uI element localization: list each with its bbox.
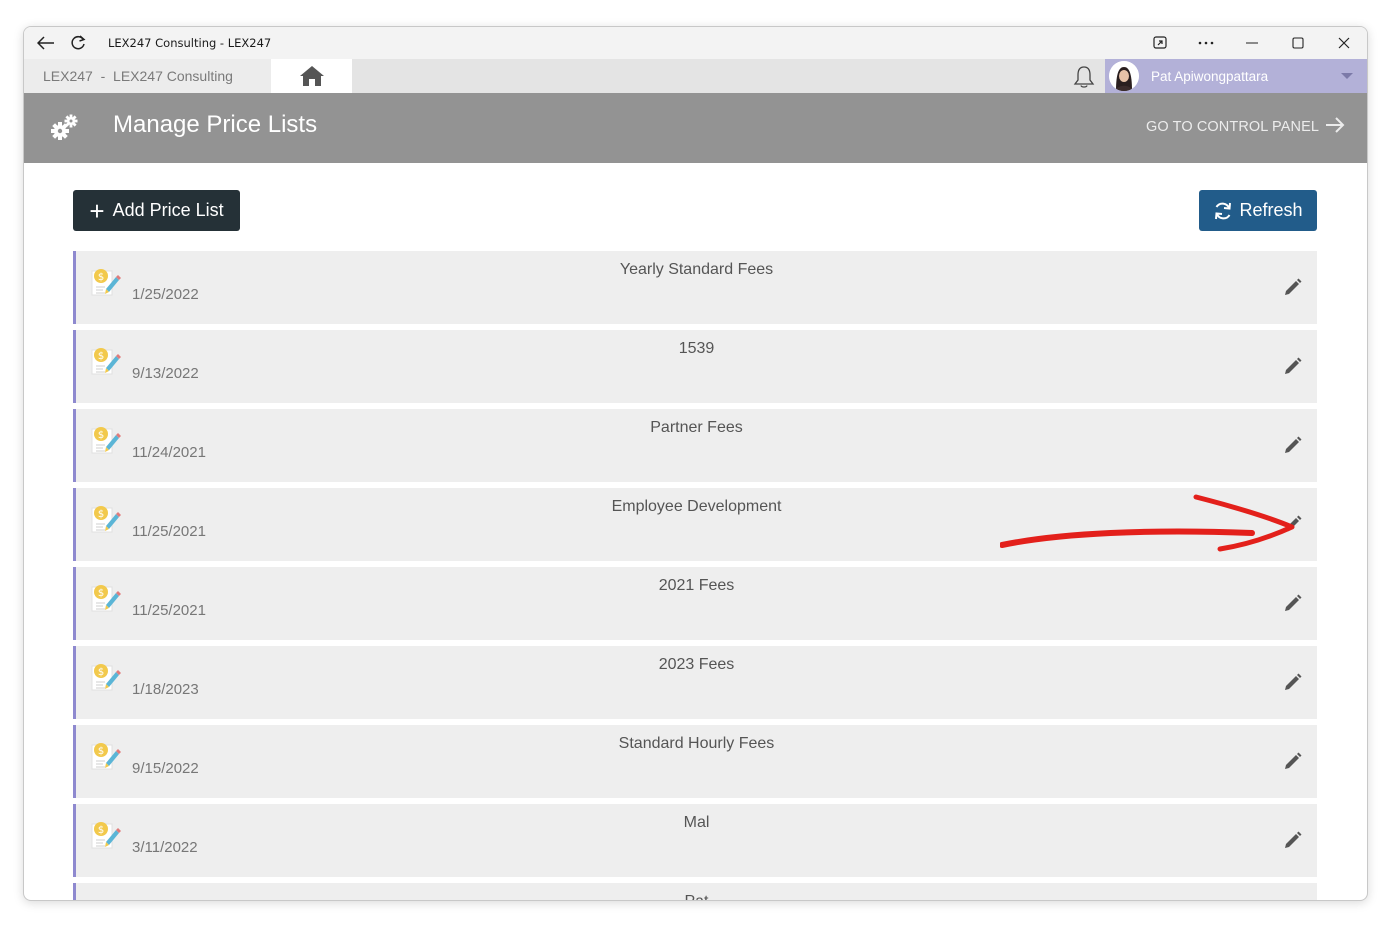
price-list-date: 9/13/2022	[132, 365, 199, 382]
price-list-date: 11/25/2021	[132, 602, 206, 619]
arrow-right-icon	[1325, 117, 1345, 137]
pencil-icon[interactable]	[1281, 275, 1305, 299]
pencil-icon[interactable]	[1281, 354, 1305, 378]
price-list-row[interactable]: $ Mal 3/11/2022	[73, 804, 1317, 877]
add-price-list-label: Add Price List	[112, 200, 224, 220]
close-icon[interactable]	[1321, 27, 1367, 59]
main-content: + Add Price List Refresh $ Yearly Standa…	[24, 163, 1367, 900]
user-name: Pat Apiwongpattara	[1151, 68, 1269, 84]
price-list-name: 2021 Fees	[658, 577, 735, 594]
price-list-name: 1539	[678, 340, 715, 357]
browser-window: LEX247 Consulting - LEX247 LEX247 - LEX2…	[23, 26, 1368, 901]
chevron-down-icon[interactable]	[1341, 73, 1353, 79]
avatar	[1109, 61, 1139, 91]
gears-icon	[50, 112, 80, 142]
price-list-date: 11/25/2021	[132, 523, 206, 540]
refresh-label: Refresh	[1239, 200, 1303, 220]
user-menu[interactable]: Pat Apiwongpattara	[1105, 59, 1367, 93]
window-title: LEX247 Consulting - LEX247	[108, 36, 272, 50]
pencil-icon[interactable]	[1281, 749, 1305, 773]
price-list-name: Yearly Standard Fees	[619, 261, 774, 278]
home-icon[interactable]	[271, 59, 352, 93]
pencil-icon[interactable]	[1281, 591, 1305, 615]
pencil-icon[interactable]	[1281, 433, 1305, 457]
minimize-icon[interactable]	[1229, 27, 1275, 59]
price-list-name: Partner Fees	[650, 419, 743, 436]
cast-icon[interactable]	[1137, 27, 1183, 59]
price-list-row[interactable]: $ Pat	[73, 883, 1317, 900]
more-options-icon[interactable]	[1183, 27, 1229, 59]
price-list-name: Mal	[683, 814, 710, 831]
price-list-date: 9/15/2022	[132, 760, 199, 777]
pencil-icon[interactable]	[1281, 828, 1305, 852]
back-arrow-icon[interactable]	[30, 27, 62, 59]
price-list: $ Yearly Standard Fees 1/25/2022 $ 1539 …	[73, 251, 1317, 900]
refresh-button[interactable]: Refresh	[1199, 190, 1317, 231]
price-list-name: 2023 Fees	[658, 656, 735, 673]
pencil-icon[interactable]	[1281, 670, 1305, 694]
add-price-list-button[interactable]: + Add Price List	[73, 190, 240, 231]
price-list-row[interactable]: $ 1539 9/13/2022	[73, 330, 1317, 403]
refresh-icon	[1215, 202, 1232, 219]
price-list-row[interactable]: $ 2021 Fees 11/25/2021	[73, 567, 1317, 640]
price-list-row[interactable]: $ Yearly Standard Fees 1/25/2022	[73, 251, 1317, 324]
price-list-row[interactable]: $ Employee Development 11/25/2021	[73, 488, 1317, 561]
maximize-icon[interactable]	[1275, 27, 1321, 59]
bell-icon[interactable]	[1072, 65, 1096, 89]
go-to-control-panel-link[interactable]: GO TO CONTROL PANEL	[1146, 117, 1345, 137]
price-list-row[interactable]: $ Standard Hourly Fees 9/15/2022	[73, 725, 1317, 798]
price-list-name: Standard Hourly Fees	[618, 735, 775, 752]
pencil-icon[interactable]	[1281, 512, 1305, 536]
price-list-row[interactable]: $ 2023 Fees 1/18/2023	[73, 646, 1317, 719]
page-header: Manage Price Lists GO TO CONTROL PANEL	[24, 93, 1367, 163]
price-list-name: Pat	[76, 893, 1317, 900]
title-bar: LEX247 Consulting - LEX247	[24, 27, 1367, 59]
price-list-row[interactable]: $ Partner Fees 11/24/2021	[73, 409, 1317, 482]
breadcrumb[interactable]: LEX247 - LEX247 Consulting	[24, 59, 271, 93]
control-panel-label: GO TO CONTROL PANEL	[1146, 119, 1319, 135]
price-list-date: 11/24/2021	[132, 444, 206, 461]
plus-icon: +	[89, 195, 105, 226]
app-header: LEX247 - LEX247 Consulting Pat Apiwongpa…	[24, 59, 1367, 93]
reload-icon[interactable]	[62, 27, 94, 59]
price-list-name: Employee Development	[611, 498, 782, 515]
page-title: Manage Price Lists	[113, 111, 318, 138]
price-list-date: 3/11/2022	[132, 839, 198, 856]
price-list-date: 1/18/2023	[132, 681, 199, 698]
price-list-date: 1/25/2022	[132, 286, 199, 303]
